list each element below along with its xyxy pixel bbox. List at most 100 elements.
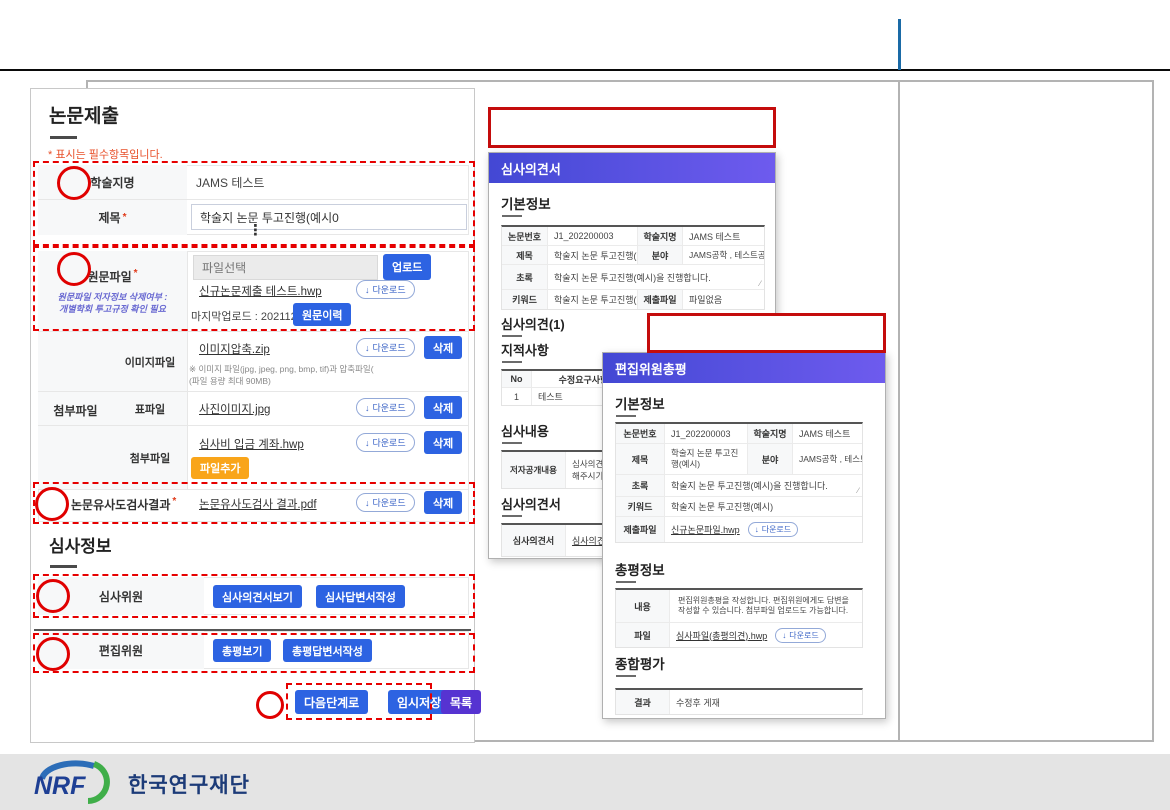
paper-no-value: J1_202200003	[548, 227, 638, 245]
image-file-note1: ※ 이미지 파일(jpg, jpeg, png, bmp, tif)과 압축파일…	[189, 363, 374, 375]
table-row: 내용 편집위원총평을 작성합니다. 편집위원에게도 답변을 작성할 수 있습니다…	[616, 590, 862, 623]
submit-file-link[interactable]: 신규논문파일.hwp	[671, 523, 740, 536]
overall-eval-table: 결과 수정후 게재	[615, 688, 863, 715]
summary-info-table: 내용 편집위원총평을 작성합니다. 편집위원에게도 답변을 작성할 수 있습니다…	[615, 588, 863, 648]
annotation-box-basic-fields	[33, 161, 475, 246]
attach-file-link[interactable]: 심사비 입금 계좌.hwp	[199, 436, 304, 452]
field-label: 분야	[748, 444, 793, 474]
table-row: 키워드 학술지 논문 투고진행(예시)	[616, 497, 862, 517]
points-no-header: No	[502, 371, 532, 387]
download-label: 다운로드	[373, 341, 406, 354]
summary-content-label: 내용	[616, 590, 670, 622]
table-row: 제목 학술지 논문 투고진행(예시) 분야 JAMS공학 , 테스트공학	[616, 444, 862, 475]
basic-info-title: 기본정보	[615, 393, 665, 413]
annotation-circle-footer-buttons	[256, 691, 284, 719]
content-table-divider	[898, 80, 900, 742]
table-row: 제출파일 신규논문파일.hwp ↓다운로드	[616, 517, 862, 542]
section-underline	[502, 215, 522, 217]
opinion-report-label: 심사의견서	[502, 525, 566, 556]
field-value: JAMS공학 , 테스트공학	[683, 246, 764, 264]
delete-image-file-button[interactable]: 삭제	[424, 336, 462, 359]
download-button[interactable]: ↓다운로드	[356, 433, 415, 452]
add-file-button[interactable]: 파일추가	[191, 457, 249, 479]
delete-table-file-button[interactable]: 삭제	[424, 396, 462, 419]
table-row: 논문번호 J1_202200003 학술지명 JAMS 테스트	[616, 424, 862, 444]
title-label: 제목	[616, 444, 665, 474]
review-opinion-popup-header: 심사의견서	[489, 153, 775, 183]
journal-label: 학술지명	[748, 424, 793, 443]
points-title: 지적사항	[501, 340, 549, 359]
section-underline	[502, 361, 522, 363]
table-row: 키워드 학술지 논문 투고진행(예시) 제출파일 파일없음	[502, 290, 764, 309]
submit-file-cell: 신규논문파일.hwp ↓다운로드	[665, 517, 862, 542]
review-section-title: 심사정보	[49, 532, 112, 557]
author-open-label: 저자공개내용	[502, 452, 566, 488]
editor-summary-popup: 편집위원총평 기본정보 논문번호 J1_202200003 학술지명 JAMS …	[602, 352, 886, 719]
annotation-box-reviewer	[33, 574, 475, 618]
abstract-label: 초록	[616, 475, 665, 496]
submit-file-value: 파일없음	[683, 290, 764, 309]
summary-file-link[interactable]: 심사파일(총평의견).hwp	[676, 629, 767, 642]
download-label: 다운로드	[373, 401, 406, 414]
download-icon: ↓	[365, 438, 370, 448]
table-row: 초록 학술지 논문 투고진행(예시)을 진행합니다. ∕	[502, 265, 764, 290]
annotation-box-editor	[33, 633, 475, 673]
image-file-link[interactable]: 이미지압축.zip	[199, 341, 270, 357]
download-label: 다운로드	[373, 436, 406, 449]
attach-file-label: 첨부파일	[113, 426, 187, 489]
submission-form-panel: 논문제출 * 표시는 필수항목입니다. 학술지명 JAMS 테스트 제목* ⋮ …	[30, 88, 475, 743]
review-section-underline	[50, 565, 77, 568]
download-button[interactable]: ↓다운로드	[748, 522, 798, 537]
download-button[interactable]: ↓다운로드	[775, 628, 825, 643]
list-button[interactable]: 목록	[441, 690, 481, 714]
resize-handle-icon: ∕	[858, 486, 859, 495]
editor-summary-popup-header: 편집위원총평	[603, 353, 885, 383]
points-row-no: 1	[502, 388, 532, 405]
editor-summary-popup-title: 편집위원총평	[615, 359, 687, 378]
table-file-link[interactable]: 사진이미지.jpg	[199, 401, 270, 417]
keyword-value: 학술지 논문 투고진행(예시)	[665, 497, 862, 516]
table-row: 파일 심사파일(총평의견).hwp ↓다운로드	[616, 623, 862, 647]
section-underline	[502, 515, 522, 517]
annotation-circle-basic-fields	[57, 166, 91, 200]
title-value: 학술지 논문 투고진행(예시)	[548, 246, 638, 264]
keyword-label: 키워드	[502, 290, 548, 309]
delete-attach-file-button[interactable]: 삭제	[424, 431, 462, 454]
summary-info-title: 총평정보	[615, 559, 665, 579]
download-icon: ↓	[365, 343, 370, 353]
submit-file-label: 제출파일	[616, 517, 665, 542]
opinion-basic-table: 논문번호 J1_202200003 학술지명 JAMS 테스트 제목 학술지 논…	[501, 225, 765, 310]
annotation-circle-editor	[36, 637, 70, 671]
paper-no-label: 논문번호	[616, 424, 665, 443]
page-title: 논문제출	[49, 101, 119, 128]
review-content-title: 심사내용	[501, 421, 549, 440]
download-button[interactable]: ↓다운로드	[356, 398, 415, 417]
image-file-label: 이미지파일	[113, 332, 187, 391]
download-icon: ↓	[755, 525, 759, 534]
title-label: 제목	[502, 246, 548, 264]
paper-no-value: J1_202200003	[665, 424, 748, 443]
footer-bar: NRF 한국연구재단	[0, 754, 1170, 810]
abstract-cell: 학술지 논문 투고진행(예시)을 진행합니다. ∕	[665, 475, 862, 496]
paper-no-label: 논문번호	[502, 227, 548, 245]
abstract-cell: 학술지 논문 투고진행(예시)을 진행합니다. ∕	[548, 265, 764, 289]
section-underline	[616, 415, 636, 417]
summary-file-label: 파일	[616, 623, 670, 647]
section-underline	[616, 581, 636, 583]
download-icon: ↓	[782, 631, 786, 640]
annotation-box-similarity	[33, 482, 475, 524]
download-label: 다운로드	[762, 524, 791, 535]
title-value: 학술지 논문 투고진행(예시)	[665, 444, 748, 474]
slide-canvas: 논문제출 * 표시는 필수항목입니다. 학술지명 JAMS 테스트 제목* ⋮ …	[0, 0, 1170, 810]
summary-basic-table: 논문번호 J1_202200003 학술지명 JAMS 테스트 제목 학술지 논…	[615, 422, 863, 543]
opinion-count-title: 심사의견(1)	[501, 314, 565, 333]
table-file-label: 표파일	[113, 392, 187, 425]
submit-file-label: 제출파일	[638, 290, 683, 309]
table-row: 초록 학술지 논문 투고진행(예시)을 진행합니다. ∕	[616, 475, 862, 497]
table-row: 결과 수정후 게재	[616, 690, 862, 714]
download-button[interactable]: ↓다운로드	[356, 338, 415, 357]
journal-label: 학술지명	[638, 227, 683, 245]
nrf-logo-text: NRF	[34, 772, 86, 800]
journal-value: JAMS 테스트	[793, 424, 862, 443]
keyword-label: 키워드	[616, 497, 665, 516]
